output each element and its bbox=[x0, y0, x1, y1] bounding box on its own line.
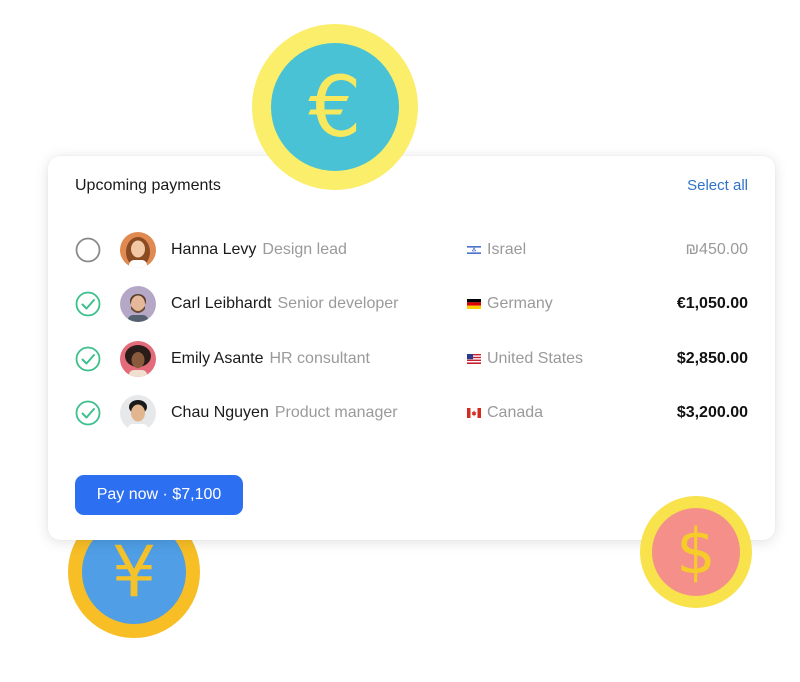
payee-name: Carl Leibhardt bbox=[171, 295, 272, 312]
dollar-symbol: $ bbox=[652, 508, 740, 596]
payment-amount: ₪450.00 bbox=[685, 241, 748, 258]
payee-role: Product manager bbox=[274, 404, 398, 421]
payee-country: Israel bbox=[487, 241, 527, 258]
euro-symbol: € bbox=[271, 43, 399, 171]
payee-country: Canada bbox=[487, 404, 544, 421]
payment-amount: $2,850.00 bbox=[676, 350, 748, 367]
select-all-link[interactable]: Select all bbox=[687, 177, 748, 194]
payee-role: HR consultant bbox=[269, 350, 370, 367]
avatar bbox=[120, 232, 156, 268]
payee-name: Chau Nguyen bbox=[171, 404, 269, 421]
card-title: Upcoming payments bbox=[75, 177, 221, 194]
checked-circle-icon[interactable] bbox=[75, 400, 101, 426]
payee-role: Senior developer bbox=[277, 295, 399, 312]
unchecked-circle-icon[interactable] bbox=[75, 237, 101, 263]
pay-now-button[interactable]: Pay now · $7,100 bbox=[75, 475, 243, 515]
checked-circle-icon[interactable] bbox=[75, 346, 101, 372]
euro-coin-icon: € bbox=[252, 24, 418, 190]
germany-flag-icon bbox=[467, 299, 481, 309]
usa-flag-icon bbox=[467, 354, 481, 364]
avatar bbox=[120, 286, 156, 322]
avatar bbox=[120, 395, 156, 431]
payee: Hanna Levy Design lead bbox=[171, 241, 347, 259]
payee: Chau Nguyen Product manager bbox=[171, 404, 398, 422]
payment-row-emily-asante[interactable]: Emily Asante HR consultant United States … bbox=[48, 339, 775, 379]
canada-flag-icon bbox=[467, 408, 481, 418]
payee-country: Germany bbox=[487, 295, 553, 312]
payment-amount: $3,200.00 bbox=[676, 404, 748, 421]
upcoming-payments-card: Upcoming payments Select all Hanna Levy D… bbox=[48, 156, 775, 540]
checked-circle-icon[interactable] bbox=[75, 291, 101, 317]
dollar-coin-icon: $ bbox=[640, 496, 752, 608]
payment-row-hanna-levy[interactable]: Hanna Levy Design lead Israel ₪450.00 bbox=[48, 230, 775, 270]
avatar bbox=[120, 341, 156, 377]
payment-row-carl-leibhardt[interactable]: Carl Leibhardt Senior developer Germany €… bbox=[48, 284, 775, 324]
payment-amount: €1,050.00 bbox=[676, 295, 748, 312]
payee: Carl Leibhardt Senior developer bbox=[171, 295, 398, 313]
payee-name: Emily Asante bbox=[171, 350, 264, 367]
payee-name: Hanna Levy bbox=[171, 241, 257, 258]
payee: Emily Asante HR consultant bbox=[171, 350, 370, 368]
payment-row-chau-nguyen[interactable]: Chau Nguyen Product manager Canada $3,200… bbox=[48, 393, 775, 433]
payee-role: Design lead bbox=[262, 241, 347, 258]
payee-country: United States bbox=[487, 350, 584, 367]
israel-flag-icon bbox=[467, 245, 481, 255]
